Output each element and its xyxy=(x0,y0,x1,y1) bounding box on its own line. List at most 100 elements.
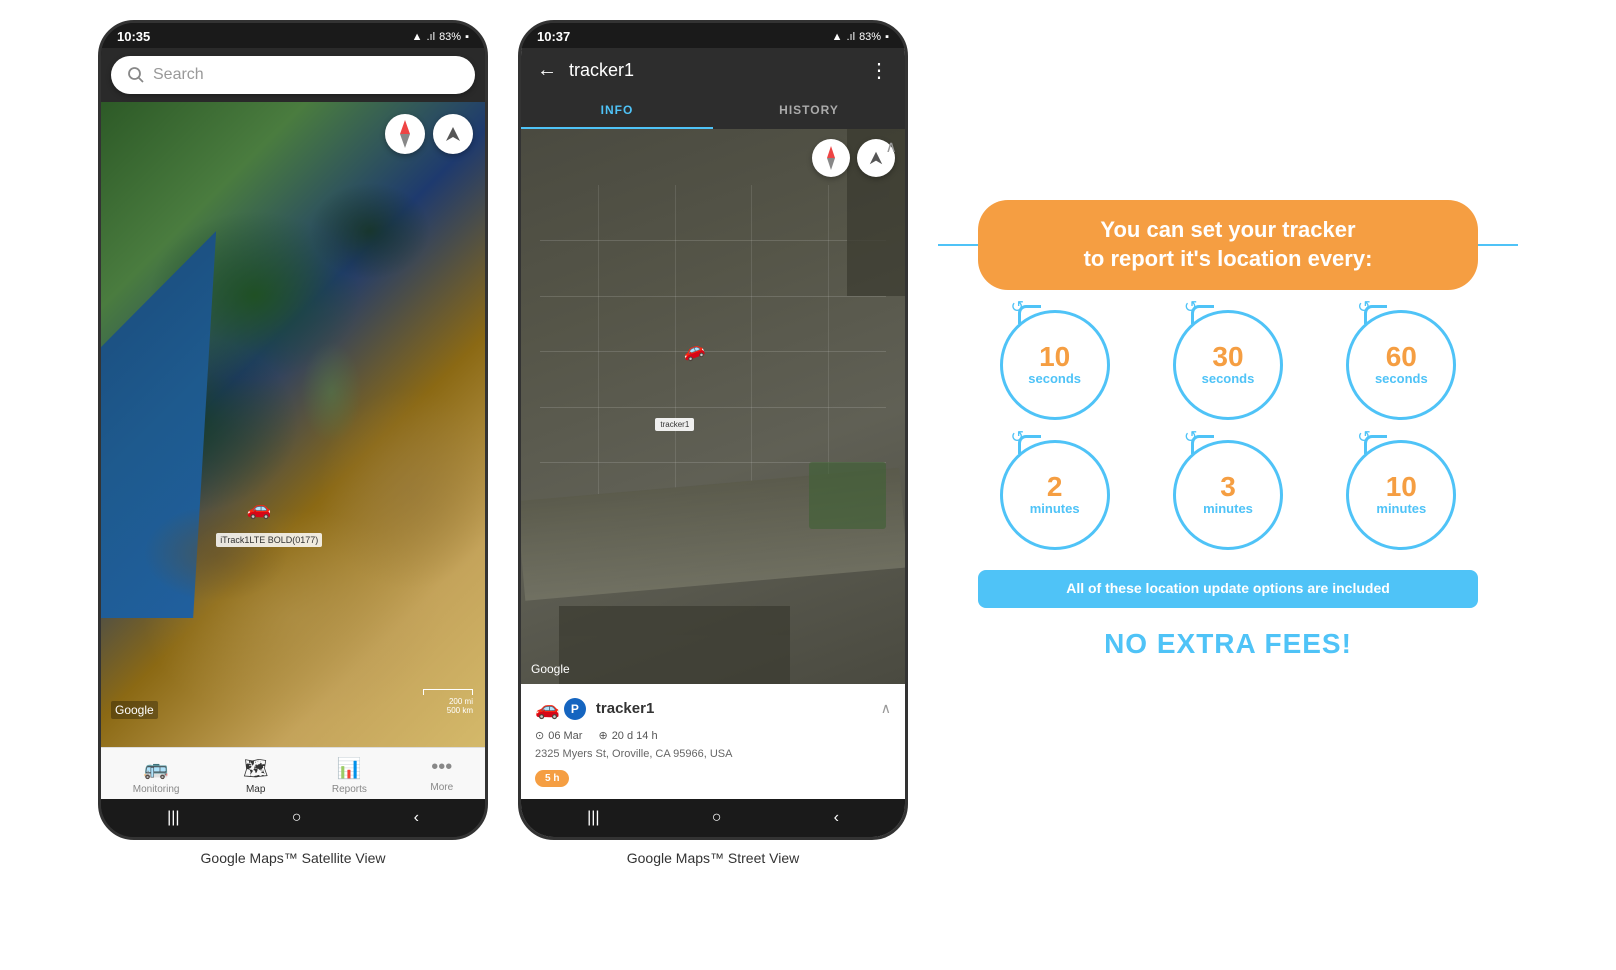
phone2-network-icon: .ıl xyxy=(847,31,856,43)
interval-3m[interactable]: ↺ 3 minutes xyxy=(1173,440,1283,550)
arrow-icon-4: ↺ xyxy=(1011,427,1024,447)
phone2: 10:37 ▲ .ıl 83% ▪ ← tracker1 ⋮ INFO HIST… xyxy=(518,20,908,840)
phone2-android-nav: ||| ○ ‹ xyxy=(521,799,905,837)
tracker-meta: ⊙ 06 Mar ⊕ 20 d 14 h xyxy=(535,729,891,742)
clock-icon: ⊙ xyxy=(535,729,544,742)
expand-icon[interactable]: ∧ xyxy=(881,700,891,717)
interval-number-2: 30 xyxy=(1212,343,1243,371)
phone1-battery-icon: ▪ xyxy=(465,31,469,43)
interval-cell-5: ↺ 3 minutes xyxy=(1151,440,1304,550)
phone2-content: ← tracker1 ⋮ INFO HISTORY xyxy=(521,48,905,837)
tracker-pin-phone1: 🚗 xyxy=(247,496,272,521)
building-bottom xyxy=(559,606,789,684)
phone1-bottom-nav: 🚌 Monitoring 🗺 Map 📊 Reports ••• More xyxy=(101,747,485,799)
interval-cell-6: ↺ 10 minutes xyxy=(1325,440,1478,550)
android-back-btn2[interactable]: ‹ xyxy=(834,809,839,827)
phone1-status-icons: ▲ .ıl 83% ▪ xyxy=(412,29,469,44)
phone2-wrapper: 10:37 ▲ .ıl 83% ▪ ← tracker1 ⋮ INFO HIST… xyxy=(518,20,908,866)
phone1-status-bar: 10:35 ▲ .ıl 83% ▪ xyxy=(101,23,485,48)
interval-10m[interactable]: ↺ 10 minutes xyxy=(1346,440,1456,550)
interval-unit-6: minutes xyxy=(1376,501,1426,516)
interval-60s[interactable]: ↺ 60 seconds xyxy=(1346,310,1456,420)
title-wrapper: You can set your tracker to report it's … xyxy=(978,200,1478,289)
back-button[interactable]: ← xyxy=(537,59,557,82)
android-back-btn[interactable]: ‹ xyxy=(414,809,419,827)
nav-monitoring[interactable]: 🚌 Monitoring xyxy=(133,756,180,795)
interval-10s[interactable]: ↺ 10 seconds xyxy=(1000,310,1110,420)
parking-icon: P xyxy=(564,698,586,720)
compass-needle2-down xyxy=(827,158,835,170)
tracker-duration: 20 d 14 h xyxy=(612,730,658,742)
arrow-icon-1: ↺ xyxy=(1011,297,1024,317)
interval-unit-4: minutes xyxy=(1030,501,1080,516)
parking-overlay xyxy=(521,129,905,684)
compass-button[interactable] xyxy=(385,114,425,154)
compass-needle-up xyxy=(400,120,410,134)
android-menu-btn2[interactable]: ||| xyxy=(587,809,599,827)
nav-more[interactable]: ••• More xyxy=(430,756,453,795)
intervals-grid: ↺ 10 seconds ↺ 30 seconds ↺ 60 seconds ↺… xyxy=(978,310,1478,550)
parking-vline-3 xyxy=(751,185,752,518)
more-menu-button[interactable]: ⋮ xyxy=(869,58,889,83)
tracker-label2: tracker1 xyxy=(655,418,694,431)
more-label: More xyxy=(430,782,453,793)
phone1-battery: 83% xyxy=(439,31,461,43)
timer-icon: ⊕ xyxy=(598,729,607,742)
tab-info[interactable]: INFO xyxy=(521,93,713,129)
interval-cell-2: ↺ 30 seconds xyxy=(1151,310,1304,420)
tracker-date: 06 Mar xyxy=(548,730,582,742)
arrow-icon-6: ↺ xyxy=(1357,427,1370,447)
interval-number-6: 10 xyxy=(1386,473,1417,501)
tracker-label-phone1: iTrack1LTE BOLD(0177) xyxy=(216,533,322,547)
parking-vline-1 xyxy=(598,185,599,518)
scale-text2: 500 km xyxy=(423,706,473,715)
compass-needle-down xyxy=(400,134,410,148)
android-home-btn2[interactable]: ○ xyxy=(712,809,722,827)
android-menu-btn[interactable]: ||| xyxy=(167,809,179,827)
scale-line xyxy=(423,689,473,695)
interval-cell-1: ↺ 10 seconds xyxy=(978,310,1131,420)
phone2-status-icons: ▲ .ıl 83% ▪ xyxy=(832,29,889,44)
nav-map[interactable]: 🗺 Map xyxy=(243,756,268,795)
phone2-time: 10:37 xyxy=(537,29,570,44)
phone1: 10:35 ▲ .ıl 83% ▪ Search xyxy=(98,20,488,840)
arrow-icon-5: ↺ xyxy=(1184,427,1197,447)
monitoring-icon: 🚌 xyxy=(144,756,169,781)
meta-duration: ⊕ 20 d 14 h xyxy=(598,729,657,742)
phone2-map: 🚗 tracker1 Google ∧ xyxy=(521,129,905,684)
compass-needle2-up xyxy=(827,146,835,158)
more-icon: ••• xyxy=(431,756,452,779)
interval-number-1: 10 xyxy=(1039,343,1070,371)
no-fees-text: NO EXTRA FEES! xyxy=(1104,628,1352,660)
phone1-search-bar[interactable]: Search xyxy=(111,56,475,94)
interval-cell-4: ↺ 2 minutes xyxy=(978,440,1131,550)
car-icon-small: 🚗 xyxy=(535,696,560,721)
map-scale-phone1: 200 mi 500 km xyxy=(423,689,473,715)
map-icon: 🗺 xyxy=(243,756,268,781)
phone2-battery: 83% xyxy=(859,31,881,43)
interval-2m[interactable]: ↺ 2 minutes xyxy=(1000,440,1110,550)
phone1-wrapper: 10:35 ▲ .ıl 83% ▪ Search xyxy=(98,20,488,866)
info-title: You can set your tracker to report it's … xyxy=(1008,216,1448,273)
map-label: Map xyxy=(246,784,265,795)
info-graphic-panel: You can set your tracker to report it's … xyxy=(938,20,1518,840)
tracker-info-header: 🚗 P tracker1 ∧ xyxy=(535,696,891,721)
tracker-icon-group: 🚗 P xyxy=(535,696,586,721)
compass-button2[interactable] xyxy=(812,139,850,177)
green-area xyxy=(809,462,886,529)
tracker-header: ← tracker1 ⋮ xyxy=(521,48,905,93)
direction-button[interactable] xyxy=(433,114,473,154)
tracker-title: tracker1 xyxy=(569,60,857,81)
android-home-btn[interactable]: ○ xyxy=(292,809,302,827)
reports-label: Reports xyxy=(332,784,367,795)
interval-30s[interactable]: ↺ 30 seconds xyxy=(1173,310,1283,420)
phone1-time: 10:35 xyxy=(117,29,150,44)
parking-line-4 xyxy=(540,407,886,408)
meta-date: ⊙ 06 Mar xyxy=(535,729,582,742)
phone1-content: Search 🚗 iTrack1LTE BOLD(0177) Google xyxy=(101,48,485,837)
phone2-caption: Google Maps™ Street View xyxy=(627,850,800,866)
nav-reports[interactable]: 📊 Reports xyxy=(332,756,367,795)
scale-text1: 200 mi xyxy=(423,697,473,706)
tab-history[interactable]: HISTORY xyxy=(713,93,905,129)
ocean-area xyxy=(101,231,216,618)
